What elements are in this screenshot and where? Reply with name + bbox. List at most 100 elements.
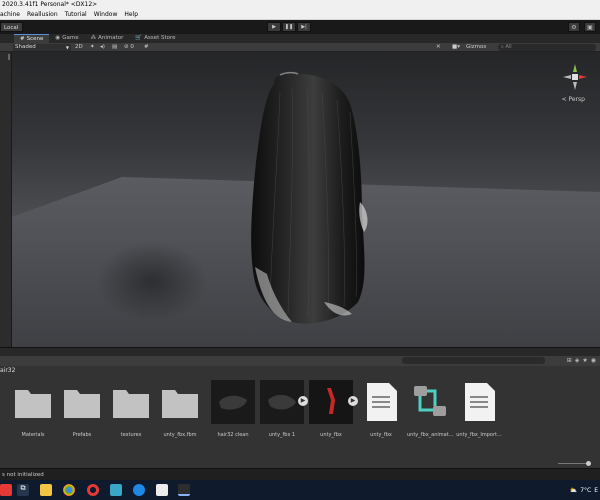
tab-game-label: Game xyxy=(62,35,79,41)
asset-label: unty_fbx 1 xyxy=(268,432,296,438)
scene-search-input[interactable]: ⌕ All xyxy=(498,44,596,51)
projection-label[interactable]: < Persp xyxy=(562,96,585,103)
step-icon: ▶| xyxy=(301,24,307,30)
animator-controller-icon xyxy=(414,386,446,416)
asset-item[interactable]: hair32 clean xyxy=(210,380,256,438)
slider-knob[interactable] xyxy=(586,461,591,466)
shading-mode-value: Shaded xyxy=(15,44,36,50)
temperature-label: 7°C xyxy=(580,486,592,494)
hidden-objects-icon[interactable]: ⊘ 0 xyxy=(124,44,134,51)
unity-hub-icon[interactable] xyxy=(156,484,168,496)
menu-window[interactable]: Window xyxy=(94,9,118,19)
tab-game[interactable]: ◉ Game xyxy=(49,34,84,43)
asset-item[interactable]: unty_fbx.fbm xyxy=(157,380,203,438)
asset-label: unty_fbx_animat... xyxy=(407,432,453,438)
tools-icon[interactable]: ✕ xyxy=(436,44,441,51)
asset-label: Prefabs xyxy=(72,432,92,438)
folder-icon xyxy=(113,390,149,418)
asset-item[interactable]: unty_fbx_Import... xyxy=(456,380,502,438)
asset-item[interactable]: textures xyxy=(108,380,154,438)
step-button[interactable]: ▶| xyxy=(297,22,311,32)
task-view-icon[interactable]: ⧉ xyxy=(17,484,29,496)
settings-button[interactable]: ⚙ xyxy=(568,22,580,32)
asset-item[interactable]: Materials xyxy=(10,380,56,438)
asset-label: hair32 clean xyxy=(217,432,249,438)
app-m-icon[interactable] xyxy=(110,484,122,496)
opera-icon[interactable] xyxy=(87,484,99,496)
pdf-app-icon[interactable] xyxy=(0,484,12,496)
resize-handle[interactable] xyxy=(8,54,10,60)
asset-label: unty_fbx xyxy=(320,432,342,438)
star-icon[interactable]: ★ xyxy=(582,357,587,364)
expand-arrow-icon[interactable]: ▶ xyxy=(298,396,308,406)
grid-icon[interactable]: # xyxy=(144,44,149,51)
camera-icon[interactable]: ■▾ xyxy=(452,44,460,51)
tab-asset-store-label: Asset Store xyxy=(144,35,176,41)
chevron-down-icon: ▼ xyxy=(65,45,69,50)
filter-label-icon[interactable]: ◈ xyxy=(575,357,580,364)
play-button[interactable]: ▶ xyxy=(267,22,281,32)
tab-animator[interactable]: ⁂ Animator xyxy=(85,34,130,43)
asset-item[interactable]: unty_fbx_animat... xyxy=(407,380,453,438)
asset-item[interactable]: unty_fbx xyxy=(308,380,354,438)
play-icon: ▶ xyxy=(272,24,276,30)
menu-machine[interactable]: achine xyxy=(0,9,20,19)
breadcrumb-folder[interactable]: air32 xyxy=(0,367,15,374)
tab-asset-store[interactable]: 🛒 Asset Store xyxy=(129,34,181,43)
toolbar-right: ⚙ ▣ xyxy=(568,22,596,32)
status-message: s not initialized xyxy=(2,472,44,478)
asset-item[interactable]: unty_fbx 1 xyxy=(259,380,305,438)
unity-editor-icon[interactable] xyxy=(178,484,190,496)
lighting-icon[interactable]: ✦ xyxy=(90,44,95,51)
main-toolbar: Local ▶ ❚❚ ▶| ⚙ ▣ xyxy=(0,20,600,34)
asset-item[interactable]: Prefabs xyxy=(59,380,105,438)
folder-icon xyxy=(15,390,51,418)
pivot-local-toggle[interactable]: Local xyxy=(0,22,23,32)
shading-mode-dropdown[interactable]: Shaded ▼ xyxy=(13,44,71,51)
asset-grid: Materials Prefabs textures unty_fbx.fbm … xyxy=(0,375,600,459)
effects-icon[interactable]: ▤ xyxy=(112,44,117,51)
project-tabbar xyxy=(0,347,600,356)
window-title: 2020.3.41f1 Personal* <DX12> xyxy=(0,0,600,9)
weather-icon[interactable]: ⛅ xyxy=(570,487,577,494)
system-tray: ⛅ 7°C E xyxy=(570,480,600,500)
file-explorer-icon[interactable] xyxy=(40,484,52,496)
status-bar: s not initialized xyxy=(0,468,600,480)
expand-arrow-icon[interactable]: ▶ xyxy=(348,396,358,406)
model-preview-icon xyxy=(211,380,255,424)
thumbnail-size-bar xyxy=(0,459,600,468)
gizmos-dropdown[interactable]: Gizmos xyxy=(466,44,486,51)
audio-icon[interactable]: ◂) xyxy=(100,44,105,51)
asset-label: unty_fbx_Import... xyxy=(456,432,502,438)
gear-icon: ⚙ xyxy=(571,24,577,31)
asset-label: textures xyxy=(120,432,142,438)
2d-toggle[interactable]: 2D xyxy=(75,44,83,51)
account-button[interactable]: ▣ xyxy=(584,22,596,32)
asset-label: Materials xyxy=(21,432,45,438)
project-search-input[interactable] xyxy=(402,357,545,364)
filter-type-icon[interactable]: ⊞ xyxy=(567,357,572,364)
search-placeholder: All xyxy=(505,44,512,50)
menu-bar: achine Reallusion Tutorial Window Help xyxy=(0,9,600,20)
folder-icon xyxy=(64,390,100,418)
chrome-icon[interactable] xyxy=(63,484,75,496)
scene-tabbar: # Scene ◉ Game ⁂ Animator 🛒 Asset Store xyxy=(0,34,600,43)
game-icon: ◉ xyxy=(55,35,61,41)
menu-help[interactable]: Help xyxy=(124,9,138,19)
thumbnail-size-slider[interactable] xyxy=(558,463,588,464)
eye-icon[interactable]: ◉ xyxy=(591,357,596,364)
project-toolbar-icons: ⊞ ◈ ★ ◉ xyxy=(567,357,596,364)
hair-model[interactable] xyxy=(12,52,600,347)
app-c-icon[interactable] xyxy=(133,484,145,496)
scene-viewport[interactable]: < Persp xyxy=(12,52,600,347)
collab-icon: ▣ xyxy=(587,24,593,31)
pause-button[interactable]: ❚❚ xyxy=(282,22,296,32)
play-controls: ▶ ❚❚ ▶| xyxy=(267,22,311,32)
tab-scene[interactable]: # Scene xyxy=(14,34,50,43)
menu-tutorial[interactable]: Tutorial xyxy=(65,9,87,19)
scene-view-toolbar: Shaded ▼ 2D ✦ ◂) ▤ ⊘ 0 # ✕ ■▾ Gizmos ⌕ A… xyxy=(0,43,600,52)
asset-item[interactable]: unty_fbx xyxy=(358,380,404,438)
orientation-gizmo[interactable] xyxy=(562,62,588,92)
menu-reallusion[interactable]: Reallusion xyxy=(27,9,58,19)
breadcrumb: air32 xyxy=(0,366,600,375)
